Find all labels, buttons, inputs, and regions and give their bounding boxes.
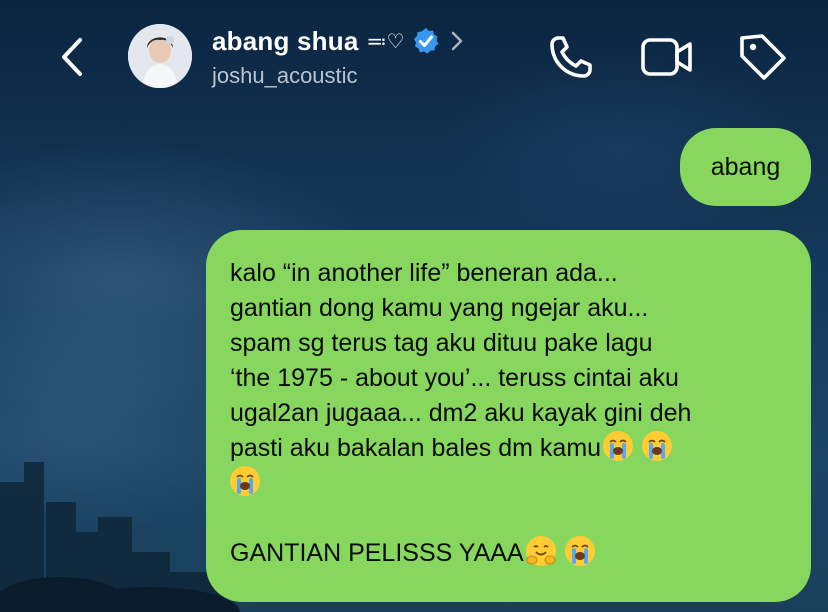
tag-icon[interactable] [736,30,790,84]
message-line-with-emoji [230,466,789,501]
message-bubble[interactable]: abang [680,128,811,206]
message-bubble[interactable]: kalo “in another life” beneran ada... ga… [206,230,811,602]
profile-name-row[interactable]: abang shua ≕♡ [212,24,466,58]
verified-badge-icon [414,28,439,54]
display-name: abang shua [212,25,359,56]
chevron-right-icon [452,31,463,51]
name-decoration: ≕♡ [366,29,405,53]
loudly-crying-face-emoji [230,466,260,496]
message-line: spam sg terus tag aku dituu pake lagu [230,329,653,357]
hugging-face-emoji [525,536,556,566]
message-line: GANTIAN PELISSS YAAA [230,539,524,567]
loudly-crying-face-emoji [564,536,595,566]
phone-icon[interactable] [544,30,598,84]
loudly-crying-face-emoji [603,431,634,461]
message-line-with-emoji: GANTIAN PELISSS YAAA [230,536,789,571]
message-line: ‘the 1975 - about you’... teruss cintai … [230,364,679,392]
message-line: ugal2an jugaaa... dm2 aku kayak gini deh [230,399,692,427]
message-line: pasti aku bakalan bales dm kamu [230,434,602,462]
message-line-with-emoji: pasti aku bakalan bales dm kamu [230,431,789,466]
avatar-photo [128,24,192,88]
message-line: kalo “in another life” beneran ada... [230,259,618,287]
username: joshu_acoustic [212,63,358,88]
loudly-crying-face-emoji [642,431,672,461]
video-camera-icon[interactable] [640,30,694,84]
chat-header: abang shua ≕♡ joshu_acoustic [0,0,828,112]
avatar[interactable] [128,24,192,88]
city-skyline-background [0,462,240,612]
message-text: abang [710,152,781,181]
chevron-left-icon[interactable] [54,34,94,80]
message-line: gantian dong kamu yang ngejar aku... [230,294,649,322]
